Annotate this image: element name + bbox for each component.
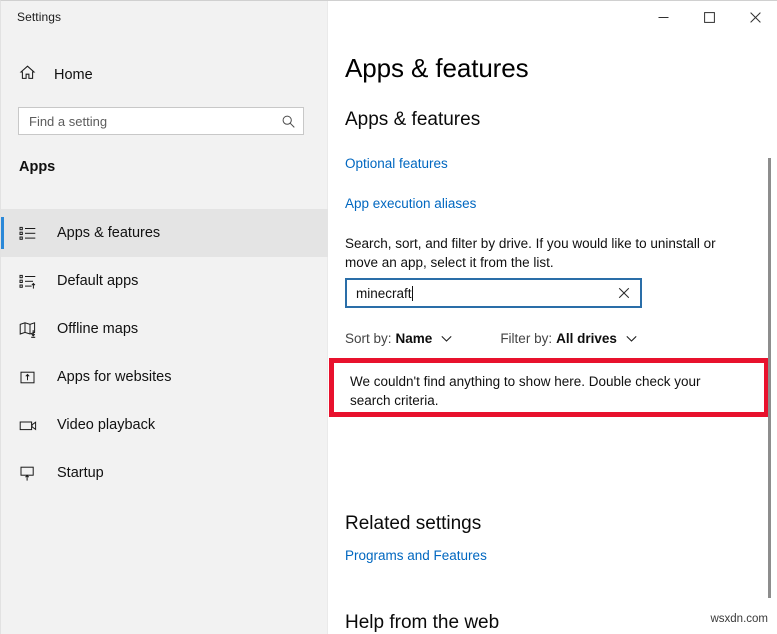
close-icon[interactable] bbox=[608, 287, 640, 299]
filters-row: Sort by: Name Filter by: All drives bbox=[345, 331, 637, 346]
sidebar-home-label: Home bbox=[54, 67, 93, 83]
minimize-button[interactable] bbox=[640, 1, 686, 33]
sidebar-item-label: Default apps bbox=[57, 273, 138, 289]
sidebar-item-label: Apps for websites bbox=[57, 369, 171, 385]
filter-by-value: All drives bbox=[556, 331, 617, 346]
sidebar-item-video-playback[interactable]: Video playback bbox=[1, 401, 328, 449]
section-title: Apps & features bbox=[345, 109, 480, 131]
sidebar-item-offline-maps[interactable]: Offline maps bbox=[1, 305, 328, 353]
sort-by-dropdown[interactable]: Sort by: Name bbox=[345, 331, 452, 346]
map-download-icon bbox=[19, 321, 41, 338]
settings-search-input[interactable] bbox=[19, 107, 273, 135]
settings-window: Home Apps bbox=[0, 0, 777, 634]
sidebar-item-default-apps[interactable]: Default apps bbox=[1, 257, 328, 305]
sidebar-item-apps-for-websites[interactable]: Apps for websites bbox=[1, 353, 328, 401]
watermark: wsxdn.com bbox=[710, 613, 768, 625]
sidebar-category-label: Apps bbox=[19, 159, 55, 175]
sort-by-label: Sort by: bbox=[345, 331, 392, 346]
link-app-execution-aliases[interactable]: App execution aliases bbox=[345, 196, 476, 211]
sidebar: Home Apps bbox=[1, 1, 328, 634]
home-icon bbox=[19, 64, 36, 86]
app-search-text: minecraft bbox=[356, 286, 412, 301]
scrollbar-thumb[interactable] bbox=[768, 158, 771, 598]
maximize-button[interactable] bbox=[686, 1, 732, 33]
related-settings-title: Related settings bbox=[345, 513, 481, 535]
title-bar: Settings bbox=[1, 1, 777, 34]
sidebar-item-apps-and-features[interactable]: Apps & features bbox=[1, 209, 328, 257]
list-arrow-icon bbox=[19, 273, 41, 290]
sidebar-item-label: Startup bbox=[57, 465, 104, 481]
close-button[interactable] bbox=[732, 1, 777, 33]
content-scrollbar[interactable] bbox=[764, 35, 775, 634]
sidebar-item-label: Apps & features bbox=[57, 225, 160, 241]
chevron-down-icon bbox=[441, 335, 452, 343]
sidebar-item-startup[interactable]: Startup bbox=[1, 449, 328, 497]
no-results-message: We couldn't find anything to show here. … bbox=[350, 372, 740, 410]
no-results-highlight-box: We couldn't find anything to show here. … bbox=[329, 358, 769, 417]
link-programs-and-features[interactable]: Programs and Features bbox=[345, 548, 487, 563]
app-list-search-input[interactable]: minecraft bbox=[347, 286, 608, 301]
sidebar-nav-list: Apps & features Default apps bbox=[1, 209, 328, 497]
sidebar-item-home[interactable]: Home bbox=[1, 59, 328, 91]
description-text: Search, sort, and filter by drive. If yo… bbox=[345, 234, 745, 272]
text-caret bbox=[412, 286, 413, 301]
chevron-down-icon bbox=[626, 335, 637, 343]
filter-by-dropdown[interactable]: Filter by: All drives bbox=[500, 331, 637, 346]
main-content: Apps & features Apps & features Optional… bbox=[328, 1, 777, 634]
app-list-search-box[interactable]: minecraft bbox=[345, 278, 642, 308]
help-from-the-web-title: Help from the web bbox=[345, 612, 499, 634]
list-icon bbox=[19, 225, 41, 242]
sidebar-item-label: Video playback bbox=[57, 417, 155, 433]
link-optional-features[interactable]: Optional features bbox=[345, 156, 448, 171]
sort-by-value: Name bbox=[396, 331, 433, 346]
sidebar-item-label: Offline maps bbox=[57, 321, 138, 337]
monitor-arrow-up-icon bbox=[19, 465, 41, 482]
page-title: Apps & features bbox=[345, 53, 529, 84]
filter-by-label: Filter by: bbox=[500, 331, 552, 346]
video-camera-icon bbox=[19, 417, 41, 434]
box-arrow-up-icon bbox=[19, 369, 41, 386]
settings-search-box[interactable] bbox=[18, 107, 304, 135]
window-title: Settings bbox=[17, 10, 61, 24]
search-icon bbox=[273, 114, 303, 129]
